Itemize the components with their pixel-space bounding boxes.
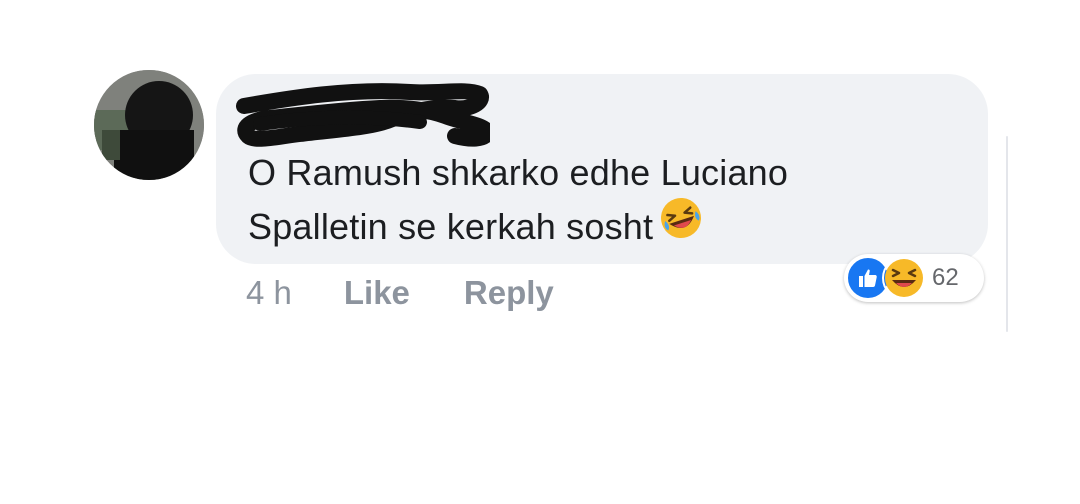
- thread-line: [1006, 136, 1008, 332]
- redacted-author-name: [236, 83, 490, 147]
- comment-actions: 4 h Like Reply: [246, 270, 554, 316]
- like-button[interactable]: Like: [344, 274, 410, 312]
- comment-bubble: O Ramush shkarko edhe Luciano Spalletin …: [216, 74, 988, 264]
- reactions-summary[interactable]: 62: [844, 254, 984, 302]
- comment-text-line-1: O Ramush shkarko edhe Luciano: [248, 152, 789, 193]
- comment-text-line-2: Spalletin se kerkah sosht: [248, 206, 654, 248]
- comment-timestamp[interactable]: 4 h: [246, 274, 292, 312]
- reaction-count: 62: [932, 264, 959, 291]
- comment-text: O Ramush shkarko edhe Luciano Spalletin …: [248, 146, 948, 259]
- reply-button[interactable]: Reply: [464, 274, 554, 312]
- avatar[interactable]: [94, 70, 204, 180]
- haha-reaction-icon: [882, 256, 926, 300]
- laughing-emoji-icon: [659, 196, 703, 255]
